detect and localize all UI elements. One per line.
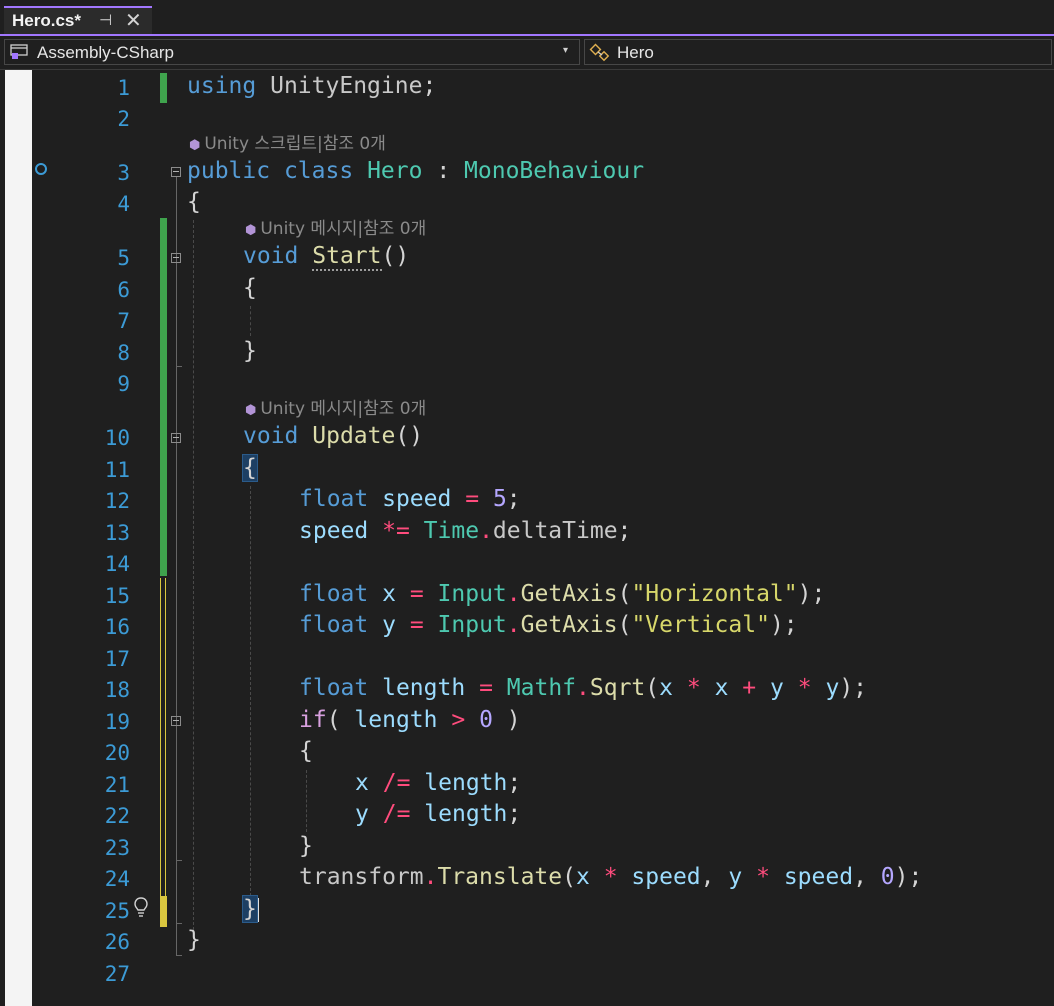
project-label: Assembly-CSharp (37, 43, 174, 62)
indicator-margin (5, 70, 32, 1006)
code-editor[interactable]: 1 2 3 4 5 6 7 8 9 10 11 12 13 14 15 16 1… (0, 70, 1054, 1006)
fold-line (176, 177, 177, 955)
project-dropdown[interactable]: Assembly-CSharp ▾ (4, 39, 580, 65)
code-line-11: { (242, 454, 258, 482)
project-icon (10, 44, 28, 59)
code-line-21: x /= length; (355, 770, 522, 796)
line-number: 5 (117, 246, 130, 270)
unity-cube-icon: ⬢ (245, 403, 257, 418)
line-number: 8 (117, 341, 130, 365)
code-line-4: { (187, 189, 201, 215)
line-number: 24 (104, 867, 130, 891)
code-line-22: y /= length; (355, 801, 522, 827)
code-line-10: void Update() (243, 423, 424, 449)
code-line-26: } (187, 927, 201, 953)
code-line-15: float x = Input.GetAxis("Horizontal"); (299, 581, 826, 607)
class-marker-icon[interactable] (34, 162, 48, 176)
indent-guide (306, 770, 307, 832)
line-number: 7 (117, 309, 130, 333)
codelens-update[interactable]: ⬢ Unity 메시지|참조 0개 (245, 397, 426, 423)
codelens-text: Unity 메시지|참조 0개 (260, 399, 427, 419)
line-number: 22 (104, 804, 130, 828)
fold-toggle[interactable] (171, 167, 181, 177)
unity-cube-icon: ⬢ (245, 223, 257, 238)
fold-toggle[interactable] (171, 253, 181, 263)
codelens-class[interactable]: ⬢ Unity 스크립트|참조 0개 (189, 132, 386, 158)
line-number: 1 (117, 76, 130, 100)
line-number: 18 (104, 678, 130, 702)
class-dropdown[interactable]: Hero (584, 39, 1052, 65)
fold-end (176, 366, 182, 367)
line-number: 19 (104, 710, 130, 734)
code-line-23: } (299, 833, 313, 859)
line-number: 12 (104, 489, 130, 513)
text-caret (256, 897, 259, 922)
fold-end (176, 860, 182, 861)
code-line-5: void Start() (243, 243, 410, 271)
line-number: 10 (104, 426, 130, 450)
code-line-1: using UnityEngine; (187, 73, 437, 99)
code-line-20: { (299, 738, 313, 764)
code-line-12: float speed = 5; (299, 486, 521, 512)
line-number: 14 (104, 552, 130, 576)
navigation-bar: Assembly-CSharp ▾ Hero (0, 36, 1054, 70)
change-bar-saved (160, 73, 167, 103)
fold-end (176, 923, 182, 924)
code-line-18: float length = Mathf.Sqrt(x * x + y * y)… (299, 675, 868, 701)
codelens-text: Unity 메시지|참조 0개 (260, 219, 427, 239)
code-line-24: transform.Translate(x * speed, y * speed… (299, 864, 923, 890)
line-number: 4 (117, 192, 130, 216)
code-line-13: speed *= Time.deltaTime; (299, 518, 632, 544)
line-number: 2 (117, 107, 130, 131)
close-icon[interactable]: ✕ (125, 8, 142, 32)
line-number: 6 (117, 278, 130, 302)
class-label: Hero (617, 43, 654, 62)
change-bar-saved (160, 218, 167, 576)
class-icon (589, 43, 610, 62)
tab-hero-cs[interactable]: Hero.cs* ⊣ ✕ (4, 6, 152, 34)
change-bar-unsaved (160, 578, 166, 927)
line-number: 26 (104, 930, 130, 954)
change-bar-unsaved (160, 896, 167, 927)
code-line-3: public class Hero : MonoBehaviour (187, 158, 645, 184)
fold-toggle[interactable] (171, 433, 181, 443)
indent-guide (193, 220, 194, 930)
line-number: 20 (104, 741, 130, 765)
line-number: 25 (104, 899, 130, 923)
line-number: 15 (104, 584, 130, 608)
code-line-25: } (242, 895, 259, 923)
line-number: 13 (104, 521, 130, 545)
line-number: 27 (104, 962, 130, 986)
code-line-16: float y = Input.GetAxis("Vertical"); (299, 612, 798, 638)
line-number: 16 (104, 615, 130, 639)
line-number: 21 (104, 773, 130, 797)
indent-guide (250, 306, 251, 336)
tab-strip: Hero.cs* ⊣ ✕ (0, 0, 1054, 36)
line-number: 11 (104, 458, 130, 482)
fold-end (176, 955, 182, 956)
line-number: 17 (104, 647, 130, 671)
pin-icon[interactable]: ⊣ (99, 11, 112, 29)
tab-title: Hero.cs* (12, 11, 81, 30)
code-line-6: { (243, 275, 257, 301)
chevron-down-icon[interactable]: ▾ (563, 45, 568, 56)
lightbulb-icon[interactable] (133, 896, 149, 918)
codelens-start[interactable]: ⬢ Unity 메시지|참조 0개 (245, 217, 426, 243)
line-number: 9 (117, 372, 130, 396)
line-number: 3 (117, 161, 130, 185)
line-number: 23 (104, 836, 130, 860)
code-line-19: if( length > 0 ) (299, 707, 521, 733)
fold-toggle[interactable] (171, 716, 181, 726)
unity-cube-icon: ⬢ (189, 138, 201, 153)
indent-guide (250, 486, 251, 896)
code-line-8: } (243, 338, 257, 364)
codelens-text: Unity 스크립트|참조 0개 (204, 134, 386, 154)
